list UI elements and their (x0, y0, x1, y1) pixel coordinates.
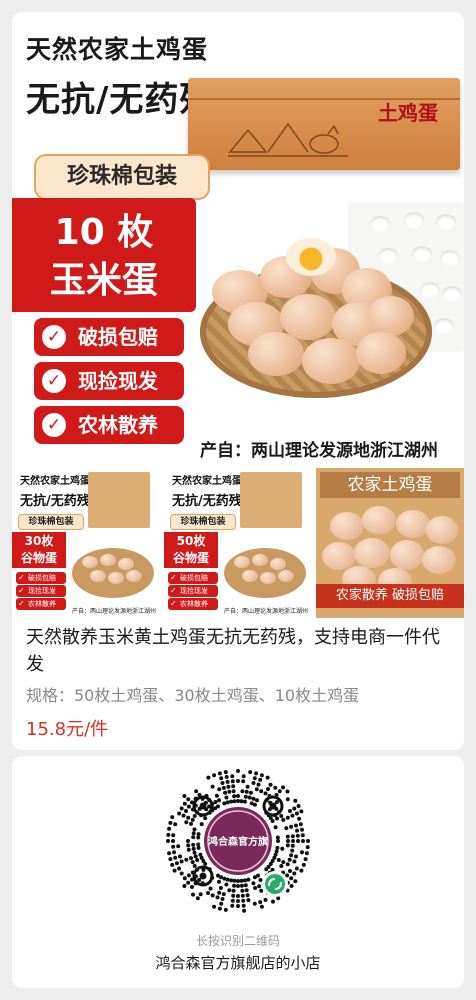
count-block: 10 枚 玉米蛋 (12, 198, 196, 312)
thumb-packaging-label: 珍珠棉包装 (170, 514, 236, 530)
badge-free-range: ✓ 农林散养 (34, 406, 184, 444)
thumb-count-block: 30枚 谷物蛋 (12, 532, 66, 568)
shop-card[interactable]: 鸿合森官方旗 长按识别二维码 鸿合森官方旗舰店的小店 (12, 756, 464, 988)
product-card[interactable]: 天然农家土鸡蛋 无抗/无药残 土鸡蛋 珍珠棉包装 10 枚 玉米蛋 ✓ 破损包赔… (12, 12, 464, 750)
product-spec: 规格：50枚土鸡蛋、30枚土鸡蛋、10枚土鸡蛋 (26, 686, 360, 705)
thumb-count-block: 50枚 谷物蛋 (164, 532, 218, 568)
thumb-badge: 现捡现发 (16, 585, 66, 597)
badge-damage-refund: ✓ 破损包赔 (34, 318, 184, 356)
wechat-mini-program-icon (262, 871, 288, 897)
egg-box-image: 土鸡蛋 (188, 78, 460, 170)
thumbnail-30-eggs[interactable]: 天然农家土鸡蛋 无抗/无药残 珍珠棉包装 30枚 谷物蛋 破损包赔 现捡现发 农… (12, 468, 160, 618)
thumbnail-strip: 天然农家土鸡蛋 无抗/无药残 珍珠棉包装 30枚 谷物蛋 破损包赔 现捡现发 农… (12, 468, 464, 618)
check-icon: ✓ (42, 369, 66, 393)
thumb-badge: 农林散养 (16, 598, 66, 610)
product-main-image[interactable]: 天然农家土鸡蛋 无抗/无药残 土鸡蛋 珍珠棉包装 10 枚 玉米蛋 ✓ 破损包赔… (12, 12, 464, 462)
thumb-title-line1: 天然农家土鸡蛋 (172, 476, 242, 487)
thumb-top-caption: 农家土鸡蛋 (320, 472, 460, 498)
check-icon: ✓ (42, 413, 66, 437)
packaging-label: 珍珠棉包装 (34, 154, 210, 200)
thumb-count: 30枚 (24, 534, 54, 548)
qr-code[interactable]: 鸿合森官方旗 (163, 766, 313, 916)
check-icon: ✓ (42, 325, 66, 349)
product-title[interactable]: 天然散养玉米黄土鸡蛋无抗无药残，支持电商一件代发 (26, 624, 454, 678)
type-label: 玉米蛋 (49, 260, 158, 301)
thumb-type: 谷物蛋 (20, 551, 57, 565)
thumb-bottom-caption: 农家散养 破损包赔 (316, 584, 464, 608)
badge-label: 农林散养 (78, 413, 158, 437)
box-seal-text: 土鸡蛋 (378, 101, 438, 125)
badge-label: 现捡现发 (78, 369, 158, 393)
egg-box-image (88, 472, 150, 528)
thumb-count: 50枚 (176, 534, 206, 548)
thumb-badge: 农林散养 (168, 598, 218, 610)
thumbnail-50-eggs[interactable]: 天然农家土鸡蛋 无抗/无药残 珍珠棉包装 50枚 谷物蛋 破损包赔 现捡现发 农… (164, 468, 312, 618)
origin-label: 产自：两山理论发源地浙江湖州 (200, 441, 438, 461)
thumb-badge: 破损包赔 (16, 572, 66, 584)
egg-box-image (240, 472, 302, 528)
thumbnail-egg-photo[interactable]: 农家土鸡蛋 农家散养 破损包赔 (316, 468, 464, 618)
thumb-packaging-label: 珍珠棉包装 (18, 514, 84, 530)
badge-label: 破损包赔 (78, 325, 158, 349)
shop-name[interactable]: 鸿合森官方旗舰店的小店 (12, 952, 464, 973)
badge-fresh-ship: ✓ 现捡现发 (34, 362, 184, 400)
qr-center-label: 鸿合森官方旗 (208, 835, 268, 848)
thumb-title-line2: 无抗/无药残 (20, 494, 90, 509)
farm-sketch-icon (228, 122, 348, 157)
thumb-badge: 现捡现发 (168, 585, 218, 597)
thumb-badge: 破损包赔 (168, 572, 218, 584)
thumb-title-line2: 无抗/无药残 (172, 494, 242, 509)
count-label: 10 枚 (54, 212, 154, 253)
product-price: 15.8元/件 (26, 719, 109, 740)
thumb-type: 谷物蛋 (172, 551, 209, 565)
thumb-origin: 产自：两山理论发源地浙江湖州 (224, 608, 309, 615)
hero-title-line1: 天然农家土鸡蛋 (26, 35, 209, 64)
cracked-egg-image (286, 238, 336, 276)
qr-hint: 长按识别二维码 (195, 934, 280, 948)
thumb-origin: 产自：两山理论发源地浙江湖州 (72, 608, 157, 615)
hero-title-line2: 无抗/无药残 (26, 80, 215, 120)
thumb-title-line1: 天然农家土鸡蛋 (20, 476, 90, 487)
